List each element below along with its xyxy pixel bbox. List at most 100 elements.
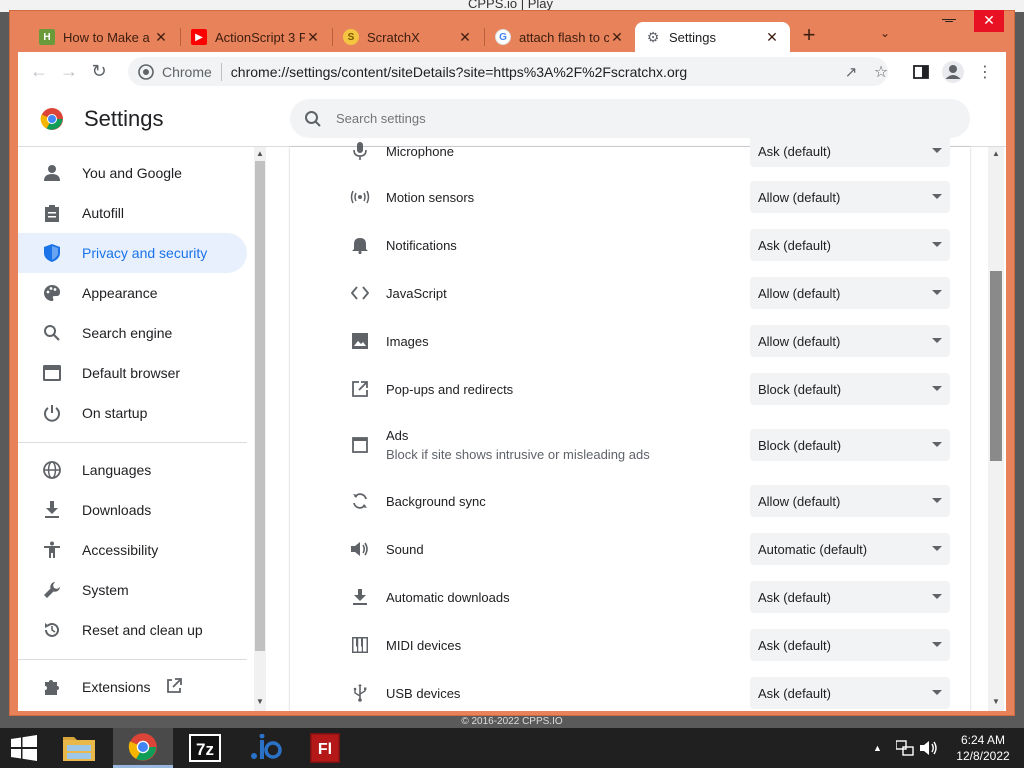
tab-label: attach flash to c [519, 29, 609, 45]
scroll-down-arrow-icon[interactable]: ▼ [988, 697, 1004, 709]
h-site-favicon-icon: H [39, 29, 55, 45]
side-panel-icon[interactable] [906, 57, 936, 87]
tab-how-to-make[interactable]: H How to Make a ✕ [29, 22, 179, 52]
tab-search-chevron-icon[interactable]: ⌄ [875, 26, 895, 46]
palette-icon [42, 283, 62, 303]
permission-select[interactable]: Allow (default) [750, 485, 950, 517]
sidebar-item-privacy-and-security[interactable]: Privacy and security [18, 233, 247, 273]
sidebar-item-default-browser[interactable]: Default browser [18, 353, 247, 393]
permission-select[interactable]: Automatic (default) [750, 533, 950, 565]
browser-window-icon [42, 363, 62, 383]
sidebar-item-on-startup[interactable]: On startup [18, 393, 247, 433]
volume-tray-icon[interactable] [920, 728, 938, 768]
dropdown-caret-icon [932, 546, 942, 551]
scroll-up-arrow-icon[interactable]: ▲ [988, 149, 1004, 161]
windows-taskbar: 7z Fl ▲ 6:24 AM 12/8/2022 [0, 728, 1024, 768]
url-path: settings/content/siteDetails?site=https%… [289, 63, 688, 80]
taskbar-clock[interactable]: 6:24 AM 12/8/2022 [948, 732, 1018, 764]
permission-row-javascript: JavaScript Allow (default) [290, 269, 970, 317]
sidebar-item-autofill[interactable]: Autofill [18, 193, 247, 233]
permission-select[interactable]: Allow (default) [750, 325, 950, 357]
scroll-up-arrow-icon[interactable]: ▲ [254, 149, 266, 161]
permission-value: Allow (default) [758, 189, 841, 205]
permission-select[interactable]: Ask (default) [750, 581, 950, 613]
sidebar-item-reset[interactable]: Reset and clean up [18, 610, 247, 650]
chrome-logo-icon [40, 107, 63, 130]
sidebar-item-languages[interactable]: Languages [18, 450, 247, 490]
sidebar-item-you-and-google[interactable]: You and Google [18, 153, 247, 193]
sidebar-item-appearance[interactable]: Appearance [18, 273, 247, 313]
sidebar-scrollbar[interactable]: ▲ ▼ [254, 147, 266, 711]
bookmark-star-icon[interactable]: ☆ [866, 57, 896, 87]
sidebar-item-label: Reset and clean up [82, 622, 203, 638]
permission-select[interactable]: Allow (default) [750, 181, 950, 213]
tab-scratchx[interactable]: S ScratchX ✕ [333, 22, 483, 52]
sidebar-item-extensions[interactable]: Extensions [18, 667, 247, 707]
scroll-down-arrow-icon[interactable]: ▼ [254, 697, 266, 709]
tab-label: How to Make a [63, 29, 150, 45]
reload-icon[interactable]: ↻ [84, 57, 114, 87]
permission-label: JavaScript [386, 285, 447, 301]
sidebar-item-downloads[interactable]: Downloads [18, 490, 247, 530]
sidebar-item-search-engine[interactable]: Search engine [18, 313, 247, 353]
address-bar[interactable]: Chrome chrome://settings/content/siteDet… [128, 57, 888, 86]
google-favicon-icon: G [495, 29, 511, 45]
new-tab-plus-icon[interactable]: + [797, 24, 821, 48]
tab-attach-flash[interactable]: G attach flash to c ✕ [485, 22, 635, 52]
permission-label: Notifications [386, 237, 457, 253]
sidebar-item-system[interactable]: System [18, 570, 247, 610]
permission-value: Ask (default) [758, 143, 831, 159]
tray-expand-chevron-icon[interactable]: ▲ [873, 728, 882, 768]
sync-icon [350, 491, 370, 511]
chrome-site-chip[interactable]: Chrome [138, 64, 212, 80]
sidebar-item-label: Accessibility [82, 542, 159, 558]
close-tab-icon[interactable]: ✕ [764, 29, 780, 46]
back-arrow-icon[interactable]: ← [24, 57, 54, 87]
io-app-icon[interactable] [240, 728, 290, 768]
close-tab-icon[interactable]: ✕ [609, 29, 625, 46]
search-icon [42, 323, 62, 343]
sidebar-scroll-thumb[interactable] [255, 161, 265, 651]
file-explorer-icon[interactable] [54, 728, 104, 768]
settings-page: Settings You and Google Autofill Privacy… [18, 91, 1006, 711]
menu-kebab-icon[interactable]: ⋮ [970, 57, 1000, 87]
permission-value: Automatic (default) [758, 541, 868, 557]
close-tab-icon[interactable]: ✕ [305, 29, 321, 46]
clock-time: 6:24 AM [960, 733, 1006, 747]
main-scroll-thumb[interactable] [990, 271, 1002, 461]
scratchx-favicon-icon: S [343, 29, 359, 45]
permission-select[interactable]: Ask (default) [750, 629, 950, 661]
permission-select[interactable]: Ask (default) [750, 135, 950, 167]
sidebar-item-label: Languages [82, 462, 152, 478]
close-tab-icon[interactable]: ✕ [457, 29, 473, 46]
tab-settings[interactable]: ⚙ Settings ✕ [635, 22, 790, 52]
permission-select[interactable]: Ask (default) [750, 229, 950, 261]
permission-select[interactable]: Ask (default) [750, 677, 950, 709]
7zip-icon[interactable]: 7z [180, 728, 230, 768]
main-scrollbar[interactable]: ▲ ▼ [988, 147, 1004, 711]
chrome-icon[interactable] [113, 728, 173, 768]
profile-avatar-icon[interactable] [938, 57, 968, 87]
close-tab-icon[interactable]: ✕ [153, 29, 169, 46]
youtube-favicon-icon: ▶ [191, 29, 207, 45]
settings-sidebar: You and Google Autofill Privacy and secu… [18, 147, 254, 711]
search-settings-input[interactable] [336, 111, 936, 126]
permission-row-background-sync: Background sync Allow (default) [290, 477, 970, 525]
flash-icon[interactable]: Fl [300, 728, 350, 768]
share-icon[interactable]: ↗ [836, 57, 866, 87]
forward-arrow-icon[interactable]: → [54, 57, 84, 87]
open-in-new-icon [166, 677, 183, 697]
reset-icon [42, 620, 62, 640]
sidebar-item-accessibility[interactable]: Accessibility [18, 530, 247, 570]
tab-actionscript[interactable]: ▶ ActionScript 3 P ✕ [181, 22, 331, 52]
tab-label: ScratchX [367, 29, 420, 45]
settings-title: Settings [84, 105, 164, 131]
permission-select[interactable]: Allow (default) [750, 277, 950, 309]
url-prefix: chrome:// [230, 63, 290, 80]
windows-start-icon[interactable] [0, 728, 48, 768]
permission-row-ads: Ads Block if site shows intrusive or misl… [290, 413, 970, 477]
network-icon[interactable] [896, 728, 914, 768]
chrome-small-icon [138, 63, 154, 80]
permission-select[interactable]: Block (default) [750, 373, 950, 405]
permission-select[interactable]: Block (default) [750, 429, 950, 461]
